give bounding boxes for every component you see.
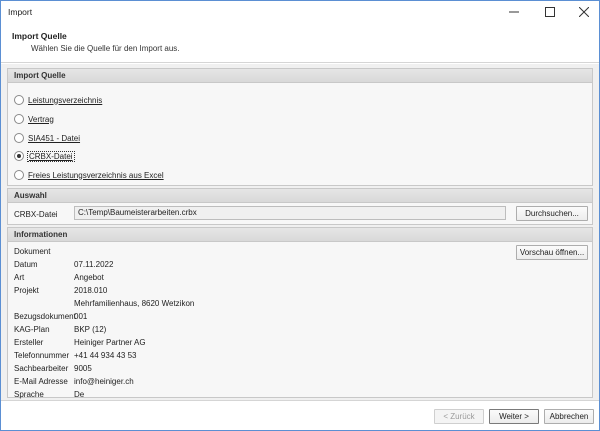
file-path-input[interactable]: C:\Temp\Baumeisterarbeiten.crbx	[74, 206, 506, 220]
info-label-sachbearbeiter: Sachbearbeiter	[14, 364, 69, 373]
info-label-sprache: Sprache	[14, 390, 44, 399]
info-value-email: info@heiniger.ch	[74, 377, 134, 386]
radio-indicator[interactable]	[14, 170, 24, 180]
radio-indicator[interactable]	[14, 95, 24, 105]
info-value-bezugsdokument: 001	[74, 312, 88, 321]
radio-leistungsverzeichnis[interactable]: Leistungsverzeichnis	[14, 95, 102, 105]
info-group: Informationen Vorschau öffnen... Dokumen…	[7, 227, 593, 399]
info-value-sprache: De	[74, 390, 85, 399]
window-title: Import	[8, 7, 33, 17]
browse-button[interactable]: Durchsuchen...	[516, 206, 588, 221]
info-label-datum: Datum	[14, 260, 38, 269]
radio-label[interactable]: Vertrag	[28, 115, 54, 124]
import-source-group: Import Quelle Leistungsverzeichnis Vertr…	[7, 68, 593, 186]
info-value-ersteller: Heiniger Partner AG	[74, 338, 146, 347]
radio-indicator[interactable]	[14, 133, 24, 143]
radio-indicator[interactable]	[14, 114, 24, 124]
wizard-footer: < Zurück Weiter > Abbrechen	[1, 400, 599, 430]
group-header: Informationen	[8, 228, 592, 242]
info-value-art: Angebot	[74, 273, 104, 282]
group-header: Auswahl	[8, 189, 592, 203]
cancel-button[interactable]: Abbrechen	[544, 409, 594, 424]
maximize-button[interactable]	[533, 1, 567, 23]
wizard-content: Import Quelle Leistungsverzeichnis Vertr…	[1, 64, 599, 400]
info-label-dokument: Dokument	[14, 247, 51, 256]
info-value-projekt: 2018.010	[74, 286, 108, 295]
info-label-projekt: Projekt	[14, 286, 39, 295]
close-button[interactable]	[567, 1, 600, 23]
radio-vertrag[interactable]: Vertrag	[14, 114, 54, 124]
radio-sia451[interactable]: SIA451 - Datei	[14, 133, 80, 143]
next-button[interactable]: Weiter >	[489, 409, 539, 424]
group-header: Import Quelle	[8, 69, 592, 83]
maximize-icon	[545, 7, 555, 17]
info-label-telefonnummer: Telefonnummer	[14, 351, 70, 360]
radio-label[interactable]: CRBX-Datei	[27, 150, 75, 162]
info-label-email: E-Mail Adresse	[14, 377, 68, 386]
radio-excel[interactable]: Freies Leistungsverzeichnis aus Excel	[14, 170, 164, 180]
info-value-projekt-name: Mehrfamilienhaus, 8620 Wetzikon	[74, 299, 195, 308]
radio-label[interactable]: SIA451 - Datei	[28, 134, 80, 143]
title-bar: Import	[1, 1, 599, 23]
radio-crbx[interactable]: CRBX-Datei	[14, 150, 75, 162]
info-value-telefonnummer: +41 44 934 43 53	[74, 351, 137, 360]
radio-indicator-selected[interactable]	[14, 151, 24, 161]
preview-button[interactable]: Vorschau öffnen...	[516, 245, 588, 260]
radio-label[interactable]: Freies Leistungsverzeichnis aus Excel	[28, 171, 164, 180]
info-label-art: Art	[14, 273, 25, 282]
file-field-label: CRBX-Datei	[14, 210, 58, 219]
close-icon	[579, 7, 589, 17]
wizard-title: Import Quelle	[12, 31, 67, 41]
back-button[interactable]: < Zurück	[434, 409, 484, 424]
info-value-datum: 07.11.2022	[74, 260, 114, 269]
minimize-icon	[509, 11, 519, 13]
wizard-header: Import Quelle Wählen Sie die Quelle für …	[1, 23, 599, 63]
minimize-button[interactable]	[497, 1, 531, 23]
info-value-kag-plan: BKP (12)	[74, 325, 107, 334]
wizard-subtitle: Wählen Sie die Quelle für den Import aus…	[31, 44, 180, 53]
info-label-kag-plan: KAG-Plan	[14, 325, 50, 334]
info-label-ersteller: Ersteller	[14, 338, 44, 347]
selection-group: Auswahl CRBX-Datei C:\Temp\Baumeisterarb…	[7, 188, 593, 225]
info-value-sachbearbeiter: 9005	[74, 364, 92, 373]
info-label-bezugsdokument: Bezugsdokument	[14, 312, 76, 321]
import-dialog: Import Import Quelle Wählen Sie die Quel…	[0, 0, 600, 431]
radio-label[interactable]: Leistungsverzeichnis	[28, 96, 102, 105]
